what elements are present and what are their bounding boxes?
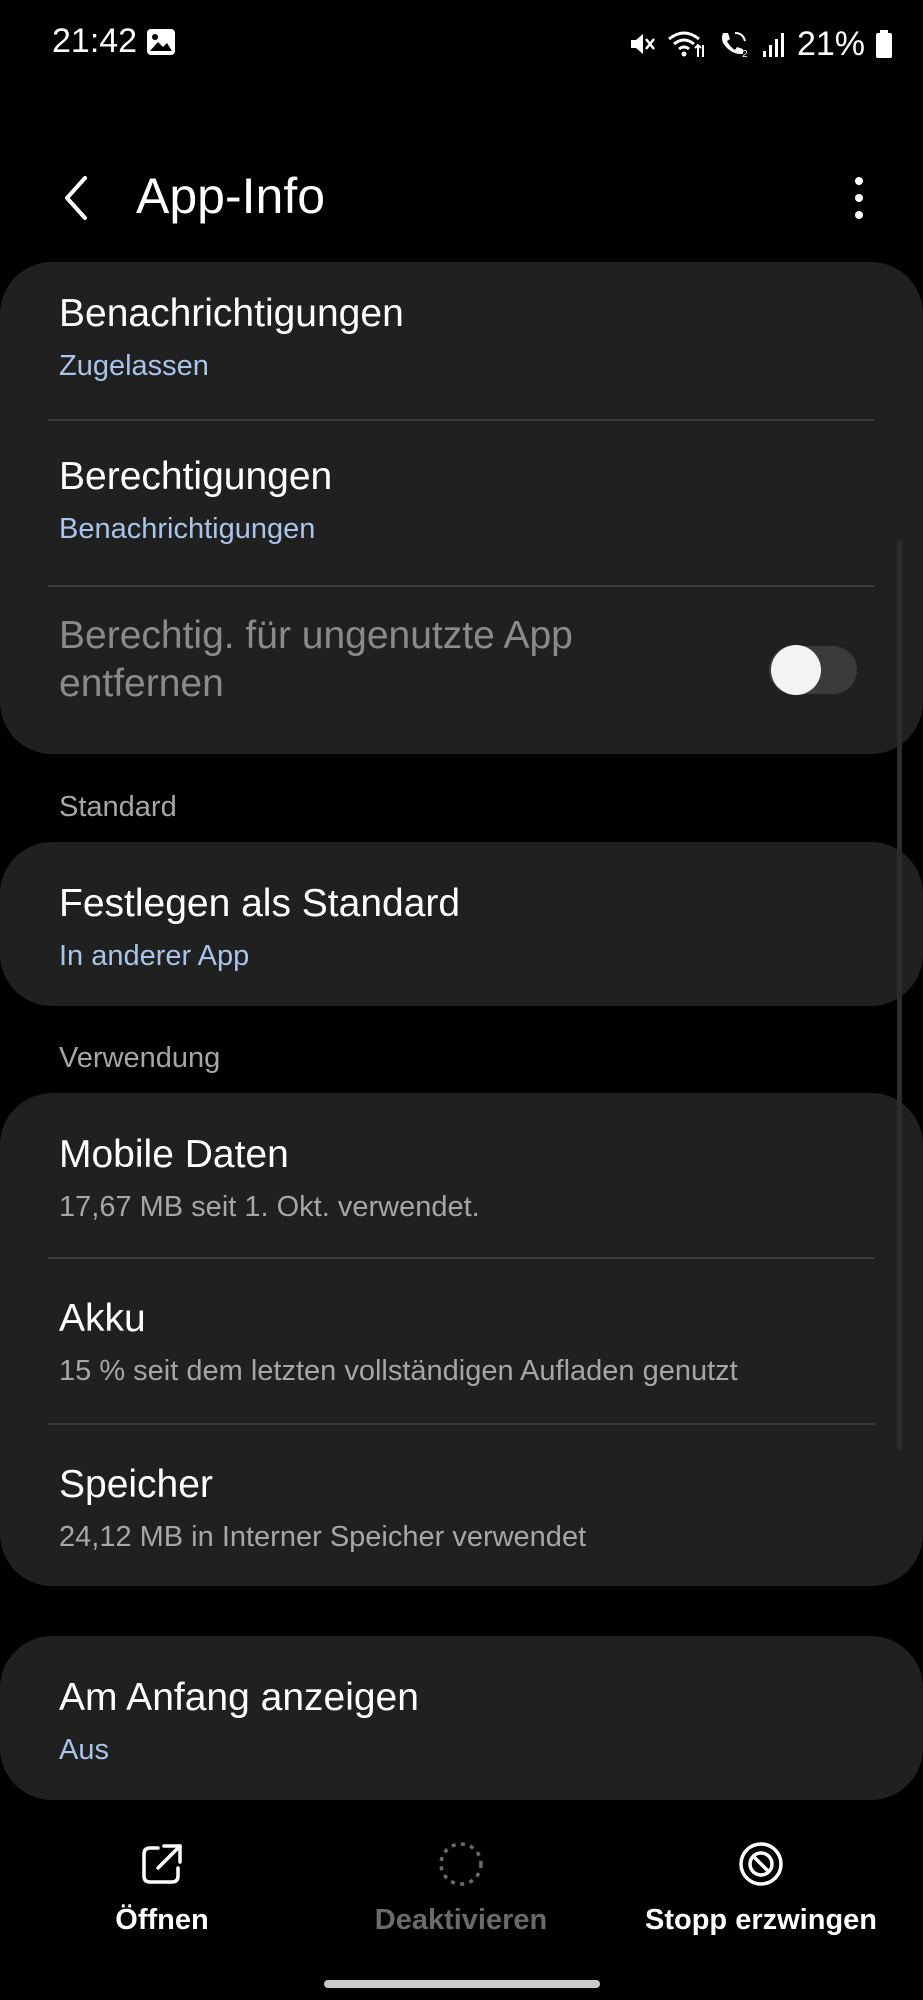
set-as-default-title: Festlegen als Standard bbox=[59, 882, 461, 925]
show-on-top-item[interactable]: Am Anfang anzeigen Aus bbox=[0, 1636, 923, 1800]
battery-item[interactable]: Akku 15 % seit dem letzten vollständigen… bbox=[0, 1259, 923, 1423]
battery-percent: 21% bbox=[796, 24, 865, 63]
permissions-item[interactable]: Berechtigungen Benachrichtigungen bbox=[0, 422, 923, 586]
disable-label: Deaktivieren bbox=[374, 1904, 548, 1936]
home-indicator[interactable] bbox=[324, 1980, 600, 1988]
signal-icon bbox=[761, 29, 787, 59]
battery-icon bbox=[875, 29, 893, 59]
mobile-data-item[interactable]: Mobile Daten 17,67 MB seit 1. Okt. verwe… bbox=[0, 1093, 923, 1257]
remove-unused-toggle[interactable] bbox=[769, 645, 857, 695]
mute-icon bbox=[627, 29, 657, 59]
disable-button[interactable]: Deaktivieren bbox=[311, 1810, 611, 1940]
notifications-title: Benachrichtigungen bbox=[59, 292, 404, 335]
gallery-icon bbox=[146, 28, 176, 56]
set-as-default-item[interactable]: Festlegen als Standard In anderer App bbox=[0, 842, 923, 1006]
more-options-button[interactable] bbox=[831, 160, 887, 240]
toggle-knob bbox=[771, 645, 821, 695]
open-external-icon bbox=[138, 1840, 186, 1888]
battery-title: Akku bbox=[59, 1297, 146, 1340]
back-arrow-icon bbox=[61, 174, 91, 227]
divider bbox=[48, 419, 875, 421]
usage-card: Mobile Daten 17,67 MB seit 1. Okt. verwe… bbox=[0, 1093, 923, 1586]
open-label: Öffnen bbox=[115, 1904, 209, 1936]
stop-circle-icon bbox=[737, 1840, 785, 1888]
status-bar: 21:42 2 21% bbox=[0, 0, 923, 90]
divider bbox=[48, 585, 875, 587]
force-stop-label: Stopp erzwingen bbox=[645, 1904, 877, 1936]
status-icons: 2 21% bbox=[627, 22, 893, 66]
show-on-top-title: Am Anfang anzeigen bbox=[59, 1676, 419, 1719]
wifi-calling-icon: 2 bbox=[717, 29, 751, 59]
display-on-top-card: Am Anfang anzeigen Aus bbox=[0, 1636, 923, 1800]
more-vertical-icon bbox=[854, 176, 864, 225]
force-stop-button[interactable]: Stopp erzwingen bbox=[611, 1810, 911, 1940]
set-as-default-status: In anderer App bbox=[59, 940, 250, 972]
notifications-status: Zugelassen bbox=[59, 350, 209, 382]
mobile-data-title: Mobile Daten bbox=[59, 1133, 289, 1176]
app-bar: App-Info bbox=[0, 140, 923, 260]
permissions-summary: Benachrichtigungen bbox=[59, 513, 316, 545]
storage-usage: 24,12 MB in Interner Speicher verwendet bbox=[59, 1521, 587, 1553]
permissions-title: Berechtigungen bbox=[59, 455, 333, 498]
permissions-card: Benachrichtigungen Zugelassen Berechtigu… bbox=[0, 262, 923, 754]
wifi-icon bbox=[667, 29, 707, 59]
section-label-usage: Verwendung bbox=[59, 1042, 221, 1074]
remove-unused-permissions-item[interactable]: Berechtig. für ungenutzte App entfernen bbox=[0, 588, 923, 754]
mobile-data-usage: 17,67 MB seit 1. Okt. verwendet. bbox=[59, 1191, 480, 1223]
remove-unused-title-line2: entfernen bbox=[59, 662, 224, 705]
storage-title: Speicher bbox=[59, 1463, 213, 1506]
svg-text:2: 2 bbox=[742, 49, 748, 59]
dashed-circle-icon bbox=[437, 1840, 485, 1888]
battery-usage: 15 % seit dem letzten vollständigen Aufl… bbox=[59, 1355, 738, 1387]
back-button[interactable] bbox=[48, 160, 104, 240]
notifications-item[interactable]: Benachrichtigungen Zugelassen bbox=[0, 262, 923, 420]
remove-unused-title-line1: Berechtig. für ungenutzte App bbox=[59, 614, 573, 657]
open-button[interactable]: Öffnen bbox=[12, 1810, 312, 1940]
scrollbar[interactable] bbox=[897, 540, 902, 1450]
page-title: App-Info bbox=[136, 168, 326, 224]
show-on-top-status: Aus bbox=[59, 1734, 109, 1766]
bottom-action-bar: Öffnen Deaktivieren Stopp erzwingen bbox=[0, 1810, 923, 1940]
default-card: Festlegen als Standard In anderer App bbox=[0, 842, 923, 1006]
section-label-standard: Standard bbox=[59, 791, 177, 823]
status-time: 21:42 bbox=[52, 22, 138, 60]
storage-item[interactable]: Speicher 24,12 MB in Interner Speicher v… bbox=[0, 1425, 923, 1586]
